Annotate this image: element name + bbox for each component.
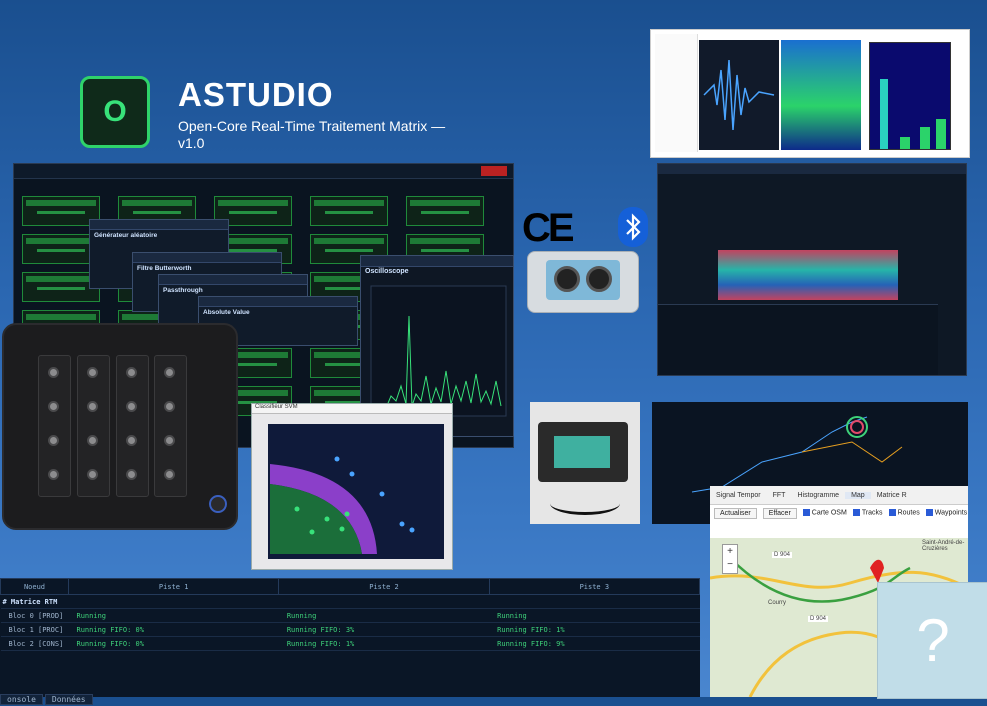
screw-icon [126,367,137,378]
app-logo: O [80,76,150,148]
signal-plot [718,250,898,300]
layer-routes-label: Routes [897,509,920,517]
layer-waypoints[interactable]: Waypoints [925,509,968,517]
spectrum-window [650,29,970,158]
matrix-cell[interactable] [310,196,388,226]
console-table: Noeud Piste 1 Piste 2 Piste 3 # Matrice … [0,578,701,651]
screw-icon [164,367,175,378]
layer-osm-label: Carte OSM [811,509,847,517]
histogram-view [869,42,951,150]
console-tabs: onsole Données [0,687,95,705]
tab-histogram[interactable]: Histogramme [791,492,845,499]
table-row[interactable]: Bloc 2 [CONS] Running FIFO: 0% Running F… [0,636,700,651]
layer-tracks[interactable]: Tracks [852,509,883,517]
svm-title: Classifieur SVM [252,404,452,414]
stop-button[interactable] [481,166,507,176]
brand-subtitle: Open-Core Real-Time Traitement Matrix — v… [178,118,446,151]
screw-icon [87,469,98,480]
screw-icon [87,435,98,446]
tab-console[interactable]: onsole [0,694,43,705]
status-cell: Running [278,608,490,623]
svm-plot [268,424,444,559]
col-piste-3: Piste 3 [488,578,701,595]
svm-window[interactable]: Classifieur SVM [251,403,453,570]
popup-absolute-title: Absolute Value [203,309,250,316]
screw-icon [164,469,175,480]
col-piste-1: Piste 1 [67,578,280,595]
screw-icon [126,401,137,412]
layer-tracks-label: Tracks [861,509,883,517]
map-tabs: Signal Tempor FFT Histogramme Map Matric… [710,486,968,505]
bluetooth-icon [618,207,648,247]
map-toolbar: Actualiser Effacer Carte OSM Tracks Rout… [710,505,968,521]
status-cell: Running FIFO: 9% [489,636,700,651]
popup-generator-title: Générateur aléatoire [94,232,158,239]
matrix-cell[interactable] [406,196,484,226]
popup-butterworth-title: Filtre Butterworth [137,265,192,272]
tab-matrix[interactable]: Matrice R [871,492,913,499]
table-row[interactable]: Bloc 1 [PROC] Running FIFO: 0% Running F… [0,622,700,637]
status-cell: Running FIFO: 0% [68,622,279,637]
screw-icon [48,367,59,378]
device-photo [530,402,640,524]
console-panel: Noeud Piste 1 Piste 2 Piste 3 # Matrice … [0,578,701,697]
ce-mark: CE [522,206,575,250]
place-label: Courry [768,600,787,606]
screw-icon [48,469,59,480]
console-group: # Matrice RTM [0,594,700,609]
status-cell: Running [489,608,700,623]
status-cell: Running FIFO: 1% [489,622,700,637]
status-cell: Running FIFO: 1% [278,636,490,651]
popup-passthrough-title: Passthrough [163,287,203,294]
screw-icon [164,435,175,446]
tab-map[interactable]: Map [845,491,871,499]
screw-icon [48,401,59,412]
screw-icon [126,469,137,480]
power-icon [209,495,227,513]
file-tree [655,34,698,152]
screw-icon [87,367,98,378]
acquisition-device-image [527,251,639,313]
clear-button[interactable]: Effacer [762,507,797,519]
nas-device-image [2,323,238,530]
logo-letter: O [103,95,127,128]
spectrogram-view [781,40,861,150]
brand-title: ASTUDIO [178,76,334,113]
table-row[interactable]: Bloc 0 [PROD] Running Running Running [0,608,700,623]
node-cell: Bloc 2 [CONS] [0,636,69,651]
road-label: D 904 [772,552,793,558]
status-cell: Running FIFO: 0% [68,636,279,651]
oscilloscope-title: Oscilloscope [365,268,409,275]
screw-icon [48,435,59,446]
record-list [658,304,938,375]
status-cell: Running FIFO: 3% [278,622,490,637]
node-cell: Bloc 1 [PROC] [0,622,69,637]
question-icon: ? [916,607,950,674]
col-node: Noeud [0,578,69,595]
place-label: Saint-André-de-Cruzières [922,540,965,552]
tab-fft[interactable]: FFT [767,492,792,499]
layer-routes[interactable]: Routes [888,509,920,517]
placeholder-tile: ? [877,582,987,699]
screw-icon [164,401,175,412]
zoom-controls[interactable]: + − [722,544,738,574]
tab-signal[interactable]: Signal Tempor [710,492,767,499]
signal-app-window [657,163,967,376]
matrix-toolbar [14,164,513,179]
screw-icon [87,401,98,412]
status-cell: Running [68,608,279,623]
tab-donnees[interactable]: Données [44,694,93,705]
col-piste-2: Piste 2 [278,578,490,595]
waveform-view [699,40,779,150]
layer-waypoints-label: Waypoints [934,509,968,517]
road-label: D 904 [808,616,829,622]
node-cell: Bloc 0 [PROD] [0,608,69,623]
layer-osm[interactable]: Carte OSM [802,509,847,517]
screw-icon [126,435,137,446]
refresh-button[interactable]: Actualiser [714,507,757,519]
